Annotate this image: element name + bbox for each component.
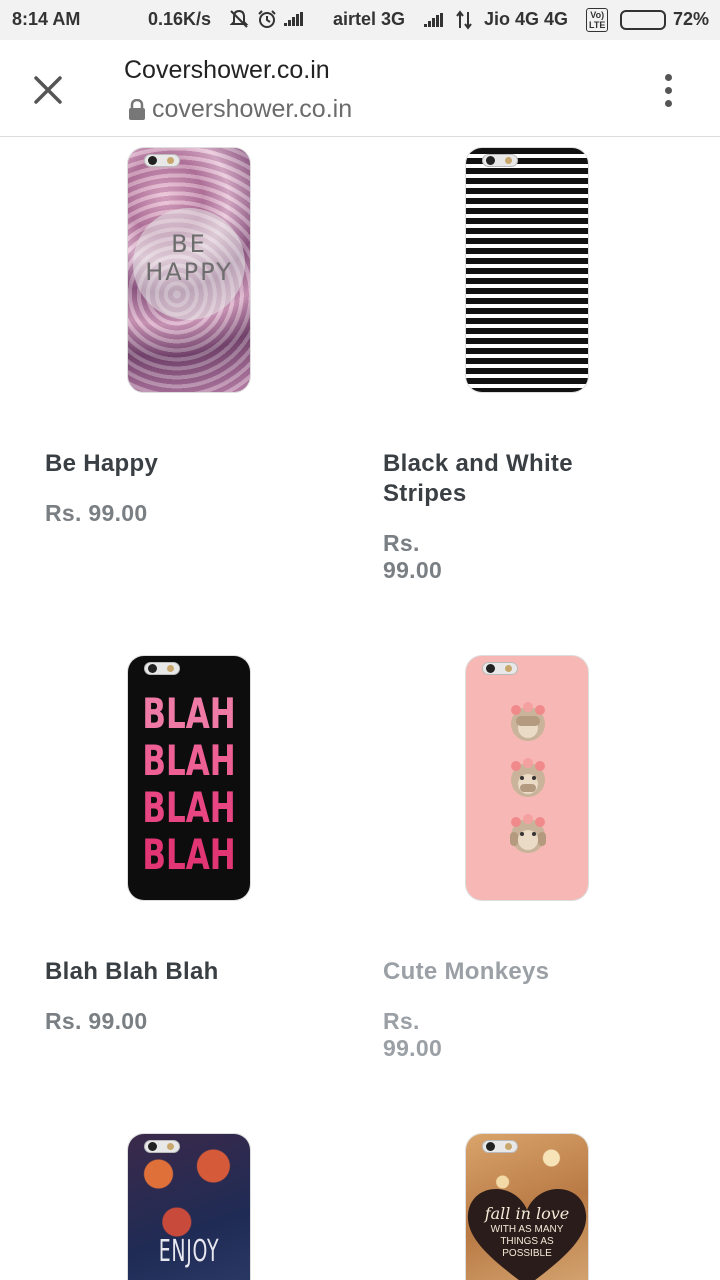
overflow-menu-button[interactable] [652,68,684,112]
browser-toolbar: Covershower.co.in covershower.co.in [0,40,720,137]
product-image-blah[interactable]: BLAH BLAH BLAH BLAH [128,656,250,900]
status-network-speed: 0.16K/s [148,9,212,29]
case-text-line: BLAH [142,783,236,832]
url-text: covershower.co.in [152,95,353,123]
battery-icon [620,10,666,30]
monkey-icon [511,758,545,797]
status-carrier-jio: Jio 4G 4G [484,9,569,29]
case-text-blah: BLAH BLAH BLAH BLAH [139,690,239,878]
camera-cutout [482,662,518,675]
product-image-stripes[interactable] [466,148,588,392]
volte-label-bottom: LTE [589,20,606,30]
lock-icon [129,98,145,120]
data-transfer-icon [456,10,472,30]
menu-dot [664,86,672,94]
status-carrier-airtel: airtel 3G [333,9,406,29]
menu-dot [664,73,672,81]
mute-icon [229,9,249,28]
case-text-line: BLAH [142,736,236,785]
case-text-line: WITH AS MANY [490,1224,564,1235]
case-text-line: POSSIBLE [502,1248,552,1259]
case-text-line: BLAH [142,689,236,738]
product-name[interactable]: Cute Monkeys [383,957,653,987]
product-image-cute-monkeys[interactable] [466,656,588,900]
signal-bars-icon [424,13,443,27]
page-title: Covershower.co.in [124,56,330,84]
product-image-be-happy[interactable]: BE HAPPY [128,148,250,392]
product-price: Rs. 99.00 [45,1008,148,1034]
case-text-line: BLAH [142,830,236,879]
product-price: Rs. 99.00 [383,530,443,583]
product-name[interactable]: Be Happy [45,449,325,479]
camera-cutout [144,1140,180,1153]
monkey-icon [510,814,546,853]
status-bar: 8:14 AM 0.16K/s airtel 3G Jio 4G 4G Vo) L… [0,0,720,40]
volte-label-top: Vo) [590,10,605,20]
status-time: 8:14 AM [12,9,81,29]
product-price: Rs. 99.00 [383,1008,443,1061]
product-image-fall-in-love[interactable]: fall in love WITH AS MANY THINGS AS POSS… [466,1134,588,1280]
camera-cutout [482,1140,518,1153]
case-text-line: THINGS AS [500,1236,554,1247]
close-icon [34,76,62,104]
signal-bars-icon [284,12,303,26]
product-price: Rs. 99.00 [45,500,148,526]
product-name[interactable]: Blah Blah Blah [45,957,325,987]
camera-cutout [482,154,518,167]
product-name[interactable]: Black and White Stripes [383,449,653,509]
case-text-enjoy: ENJOY [158,1234,220,1269]
monkey-icon [511,702,545,741]
alarm-icon [258,10,276,28]
battery-percentage: 72% [673,9,710,29]
url-display[interactable]: covershower.co.in [128,95,352,124]
camera-cutout [144,662,180,675]
camera-cutout [144,154,180,167]
case-text-be-happy: BE HAPPY [145,230,233,286]
product-image-enjoy[interactable]: ENJOY [128,1134,250,1280]
case-text-fall-in-love: fall in love WITH AS MANY THINGS AS POSS… [466,1204,588,1260]
close-tab-button[interactable] [26,68,70,112]
volte-icon: Vo) LTE [586,8,609,32]
case-text-line: fall in love [484,1204,570,1223]
menu-dot [664,99,672,107]
status-icons [228,8,303,30]
